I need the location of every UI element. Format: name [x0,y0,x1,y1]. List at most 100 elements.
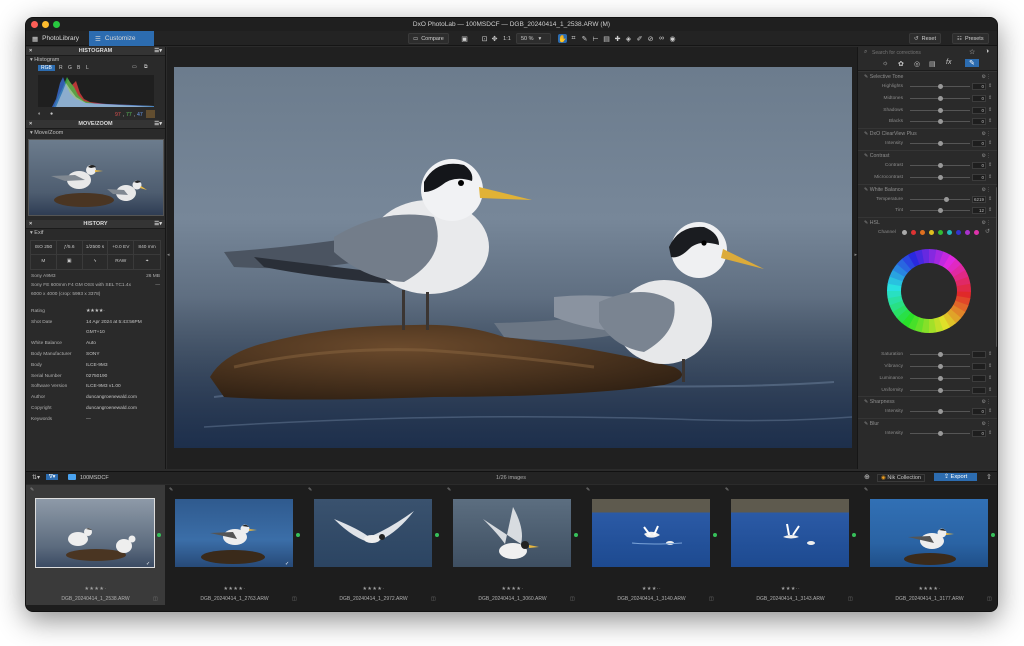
geometry-palette-icon[interactable]: ▤ [929,60,936,68]
slider-value-input[interactable]: 0 [972,94,986,102]
film-thumbnail[interactable] [592,499,710,567]
thumb-rating[interactable]: ★★★★· [860,586,997,592]
highlight-clip-icon[interactable]: ● [50,111,53,117]
thumb-rating[interactable]: ★★★★· [304,586,443,592]
folder-name[interactable]: 100MSDCF [80,475,109,481]
zoom-1to1-button[interactable]: 1:1 [501,34,513,43]
history-header[interactable]: HISTORY ☰▾ × [26,220,165,229]
slider-knob[interactable] [938,107,943,113]
virtual-copy-icon[interactable]: ◫ [153,596,158,602]
shadow-clip-icon[interactable]: ◐ [38,111,41,117]
stepper-icon[interactable]: ⇕ [988,408,992,414]
film-thumb-cell[interactable]: ✎ ★★★·· DGB_20240414_1_3140.ARW ◫ [582,485,721,605]
channel-r[interactable]: R [59,65,63,71]
image-viewer[interactable]: ◂ ▸ [167,47,857,469]
stepper-icon[interactable]: ⇕ [988,95,992,101]
softproof-icon[interactable]: ⧉ [144,64,148,70]
slider-value-input[interactable]: 12 [972,207,986,215]
link-tool-icon[interactable]: ∞ [657,34,666,43]
crop-tool-icon[interactable]: ⌗ [569,34,578,43]
stepper-icon[interactable]: ⇕ [988,196,992,202]
section-blur[interactable]: ✎ Blur ⚙⋮ [858,418,997,428]
mask-tool-icon[interactable]: ⊘ [646,34,655,43]
nik-collection-button[interactable]: ◉ Nik Collection [877,474,925,482]
channel-b[interactable]: B [77,65,80,71]
section-contrast[interactable]: ✎ Contrast ⚙⋮ [858,149,997,160]
channel-swatch[interactable] [974,230,979,236]
virtual-copy-icon[interactable]: ◫ [292,596,297,602]
close-panel-icon[interactable]: × [29,120,32,129]
stepper-icon[interactable]: ⇕ [988,83,992,89]
section-selective-tone[interactable]: ✎ Selective Tone ⚙⋮ [858,71,997,81]
histogram-header[interactable]: HISTOGRAM ☰▾ × [26,47,165,56]
move-icon[interactable]: ✥ [490,34,499,43]
channel-swatch[interactable] [911,230,916,236]
slider-knob[interactable] [944,196,949,202]
stepper-icon[interactable]: ⇕ [988,140,992,146]
thumb-rating[interactable]: ★★★★· [26,586,165,592]
channel-swatch[interactable] [938,230,943,236]
perspective-tool-icon[interactable]: ▤ [602,34,611,43]
virtual-copy-icon[interactable]: ◫ [709,596,714,602]
slider-value-input[interactable] [972,351,986,359]
view-mode-icon[interactable]: ▣ [460,34,469,43]
tab-customize[interactable]: ☰ Customize [89,31,154,46]
thumb-rating[interactable]: ★★★·· [582,586,721,592]
detail-palette-icon[interactable]: ◎ [914,60,920,68]
thumb-rating[interactable]: ★★★·· [721,586,860,592]
slider-value-input[interactable]: 0 [972,173,986,181]
stepper-icon[interactable]: ⇕ [988,430,992,436]
sort-icon[interactable]: ⇅▾ [32,474,40,481]
slider-knob[interactable] [938,409,943,415]
stepper-icon[interactable]: ⇕ [988,207,992,213]
presets-button[interactable]: ☷ Presets [952,33,989,44]
stepper-icon[interactable]: ⇕ [988,351,992,357]
toggle-icon[interactable]: ◑ [985,48,989,55]
film-thumb-cell[interactable]: ✎ ✓ ★★★★· DGB_20240414_1_2538.ARW ◫ [26,485,165,605]
eyedropper-icon[interactable]: ✎ [580,34,589,43]
film-thumb-cell[interactable]: ✎ ✓ ★★★★· DGB_20240414_1_2763.ARW ◫ [165,485,304,605]
share-icon[interactable]: ⇧ [986,473,992,481]
compare-button[interactable]: ▭ Compare [408,33,449,44]
stepper-icon[interactable]: ⇕ [988,363,992,369]
filter-button[interactable]: ∇▾ [46,474,59,480]
stepper-icon[interactable]: ⇕ [988,375,992,381]
slider-track[interactable] [910,198,970,200]
stepper-icon[interactable]: ⇕ [988,118,992,124]
slider-knob[interactable] [938,141,943,147]
virtual-copy-icon[interactable]: ◫ [570,596,575,602]
slider-value-input[interactable]: 0 [972,140,986,148]
slider-value-input[interactable]: 0 [972,106,986,114]
channel-rgb[interactable]: RGB [38,65,55,71]
panel-menu-icon[interactable]: ☰▾ [154,47,162,56]
selected-check-icon[interactable]: ✓ [146,561,150,567]
film-thumb-cell[interactable]: ✎ ★★★★· DGB_20240414_1_3060.ARW ◫ [443,485,582,605]
selected-check-icon[interactable]: ✓ [285,561,289,567]
thumb-rating[interactable]: ★★★★· [165,586,304,592]
slider-knob[interactable] [938,363,943,369]
channel-l[interactable]: L [86,65,89,71]
film-thumbnail[interactable] [870,499,988,567]
slider-value-input[interactable]: 0 [972,408,986,416]
tab-photolibrary[interactable]: ▦ PhotoLibrary [26,31,88,46]
reset-button[interactable]: ↺ Reset [909,33,941,44]
movezoom-header[interactable]: MOVE/ZOOM ☰▾ × [26,120,165,129]
slider-value-input[interactable]: 0 [972,161,986,169]
section-clearview[interactable]: ✎ DxO ClearView Plus ⚙⋮ [858,128,997,138]
light-palette-icon[interactable]: ☼ [882,60,888,67]
virtual-copy-icon[interactable]: ◫ [431,596,436,602]
color-palette-icon[interactable]: ✿ [898,60,904,68]
slider-knob[interactable] [938,95,943,101]
section-whitebalance[interactable]: ✎ White Balance ⚙⋮ [858,183,997,194]
film-thumbnail[interactable] [314,499,432,567]
film-thumb-cell[interactable]: ✎ ★★★·· DGB_20240414_1_3143.ARW ◫ [721,485,860,605]
film-thumb-cell[interactable]: ✎ ★★★★· DGB_20240414_1_2972.ARW ◫ [304,485,443,605]
slider-knob[interactable] [938,375,943,381]
slider-knob[interactable] [938,119,943,125]
brush-tool-icon[interactable]: ✐ [635,34,644,43]
film-thumbnail[interactable] [175,499,293,567]
close-panel-icon[interactable]: × [29,47,32,56]
collapse-left-handle[interactable]: ◂ [167,252,170,258]
slider-knob[interactable] [938,162,943,168]
slider-knob[interactable] [938,431,943,437]
